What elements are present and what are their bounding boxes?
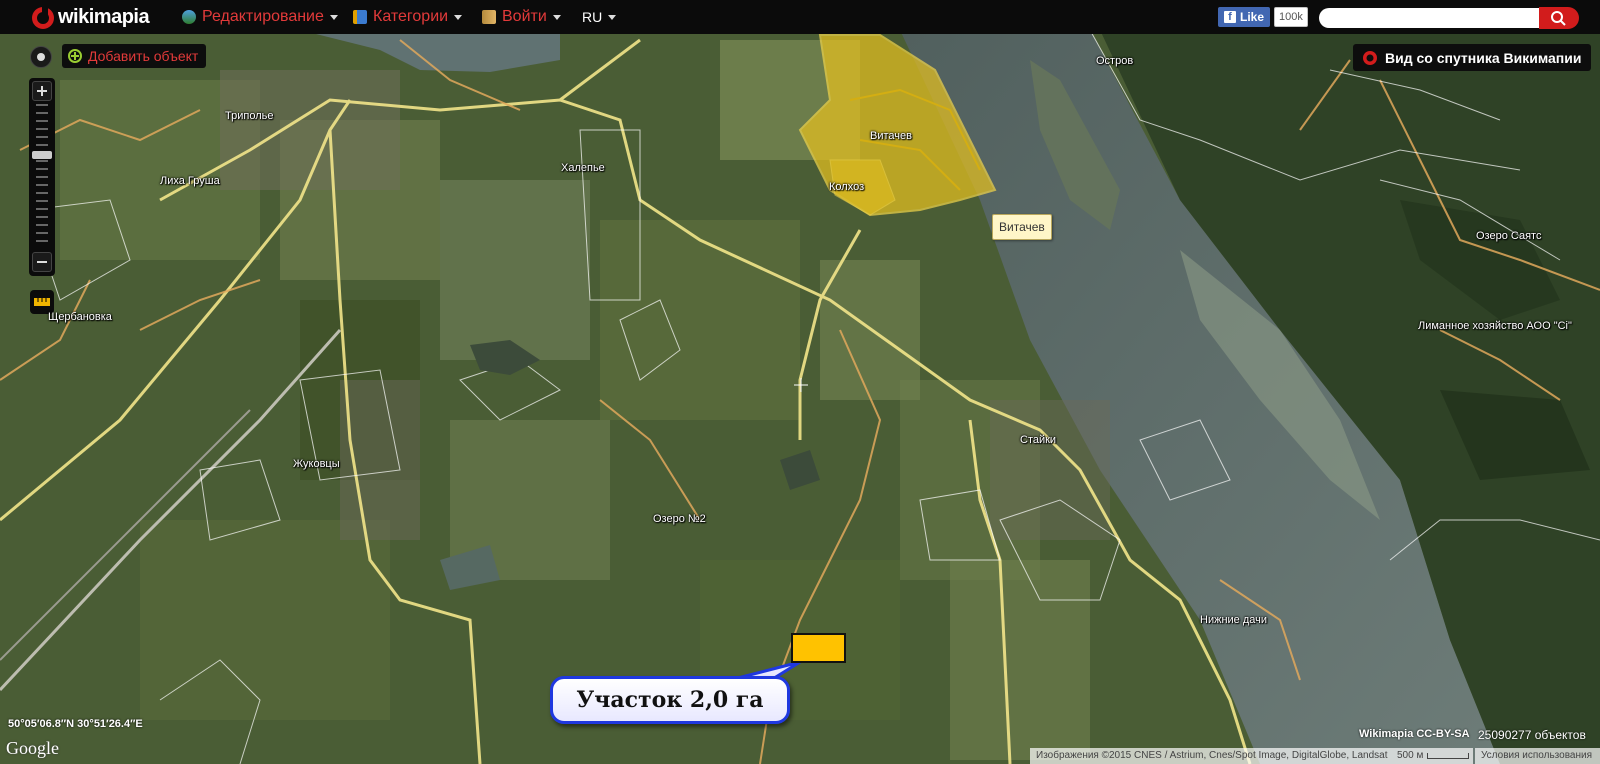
facebook-like-button[interactable]: f Like bbox=[1218, 7, 1271, 27]
place-label[interactable]: Жуковцы bbox=[293, 458, 340, 470]
license-label[interactable]: Wikimapia CC-BY-SA bbox=[1359, 728, 1470, 740]
menu-categories[interactable]: Категории bbox=[353, 0, 463, 34]
locate-icon bbox=[37, 53, 45, 61]
plus-icon bbox=[37, 86, 47, 96]
add-object-label: Добавить объект bbox=[88, 48, 199, 64]
google-logo: Google bbox=[6, 738, 59, 758]
locate-button[interactable] bbox=[30, 46, 52, 68]
globe-edit-icon bbox=[182, 10, 196, 24]
login-icon bbox=[482, 10, 496, 24]
satellite-view-button[interactable]: Вид со спутника Викимапии bbox=[1353, 44, 1592, 71]
land-plot-marker[interactable] bbox=[791, 633, 846, 663]
place-label[interactable]: Халепье bbox=[561, 162, 605, 174]
add-object-button[interactable]: Добавить объект bbox=[62, 44, 207, 68]
logo-text: wikimapia bbox=[58, 6, 150, 28]
menu-categories-label: Категории bbox=[373, 8, 449, 25]
wikimapia-logo-icon bbox=[1363, 50, 1377, 65]
chevron-down-icon bbox=[329, 14, 338, 20]
scale-label: 500 м bbox=[1397, 750, 1424, 761]
categories-icon bbox=[353, 10, 367, 24]
zoom-in-button[interactable] bbox=[32, 81, 52, 101]
place-label[interactable]: Озеро №2 bbox=[653, 513, 706, 525]
place-label[interactable]: Колхоз bbox=[829, 181, 864, 193]
wikimapia-logo[interactable]: wikimapia bbox=[32, 6, 150, 29]
facebook-icon: f bbox=[1224, 11, 1236, 23]
facebook-like-widget: f Like 100k bbox=[1218, 7, 1308, 27]
object-count: 25090277 объектов bbox=[1478, 728, 1586, 742]
minus-icon bbox=[37, 261, 47, 263]
place-label[interactable]: Нижние дачи bbox=[1200, 614, 1267, 626]
place-label[interactable]: Стайки bbox=[1020, 434, 1056, 446]
menu-login-label: Войти bbox=[502, 8, 547, 25]
plot-callout: Участок 2,0 га bbox=[550, 676, 790, 724]
chevron-down-icon bbox=[608, 14, 617, 20]
place-label[interactable]: Озеро Саятс bbox=[1476, 230, 1541, 242]
add-object-icon bbox=[68, 49, 82, 63]
place-label[interactable]: Щербановка bbox=[48, 311, 112, 323]
menu-login[interactable]: Войти bbox=[482, 0, 561, 34]
place-label[interactable]: Витачев bbox=[870, 130, 912, 142]
search-icon bbox=[1551, 11, 1566, 26]
scale-bar: 500 м bbox=[1393, 748, 1474, 764]
place-label[interactable]: Лиха Груша bbox=[160, 175, 220, 187]
satellite-view-label: Вид со спутника Викимапии bbox=[1385, 49, 1582, 66]
place-label[interactable]: Лиманное хозяйство АОО "Сі" bbox=[1418, 320, 1572, 332]
scale-bar-graphic bbox=[1427, 753, 1470, 759]
chevron-down-icon bbox=[454, 14, 463, 20]
facebook-like-count: 100k bbox=[1274, 7, 1308, 27]
place-tooltip: Витачев bbox=[992, 214, 1052, 240]
menu-edit[interactable]: Редактирование bbox=[182, 0, 338, 34]
zoom-control bbox=[29, 78, 55, 276]
top-navbar: wikimapia Редактирование Категории Войти… bbox=[0, 0, 1600, 34]
zoom-out-button[interactable] bbox=[32, 252, 52, 272]
terms-link[interactable]: Условия использования bbox=[1475, 748, 1600, 764]
wikimapia-logo-icon bbox=[32, 6, 54, 29]
search-input[interactable] bbox=[1319, 8, 1539, 28]
coordinates-readout: 50°05′06.8″N 30°51′26.4″E bbox=[8, 718, 143, 730]
zoom-slider-handle[interactable] bbox=[32, 151, 52, 159]
menu-edit-label: Редактирование bbox=[202, 8, 324, 25]
language-selector[interactable]: RU bbox=[582, 0, 617, 34]
place-label[interactable]: Триполье bbox=[225, 110, 273, 122]
chevron-down-icon bbox=[552, 14, 561, 20]
search-button[interactable] bbox=[1539, 7, 1579, 29]
zoom-slider-track[interactable] bbox=[36, 104, 48, 246]
imagery-attribution: Изображения ©2015 CNES / Astrium, Cnes/S… bbox=[1030, 748, 1394, 764]
facebook-like-label: Like bbox=[1240, 10, 1265, 24]
place-label[interactable]: Остров bbox=[1096, 55, 1133, 67]
language-label: RU bbox=[582, 9, 603, 25]
